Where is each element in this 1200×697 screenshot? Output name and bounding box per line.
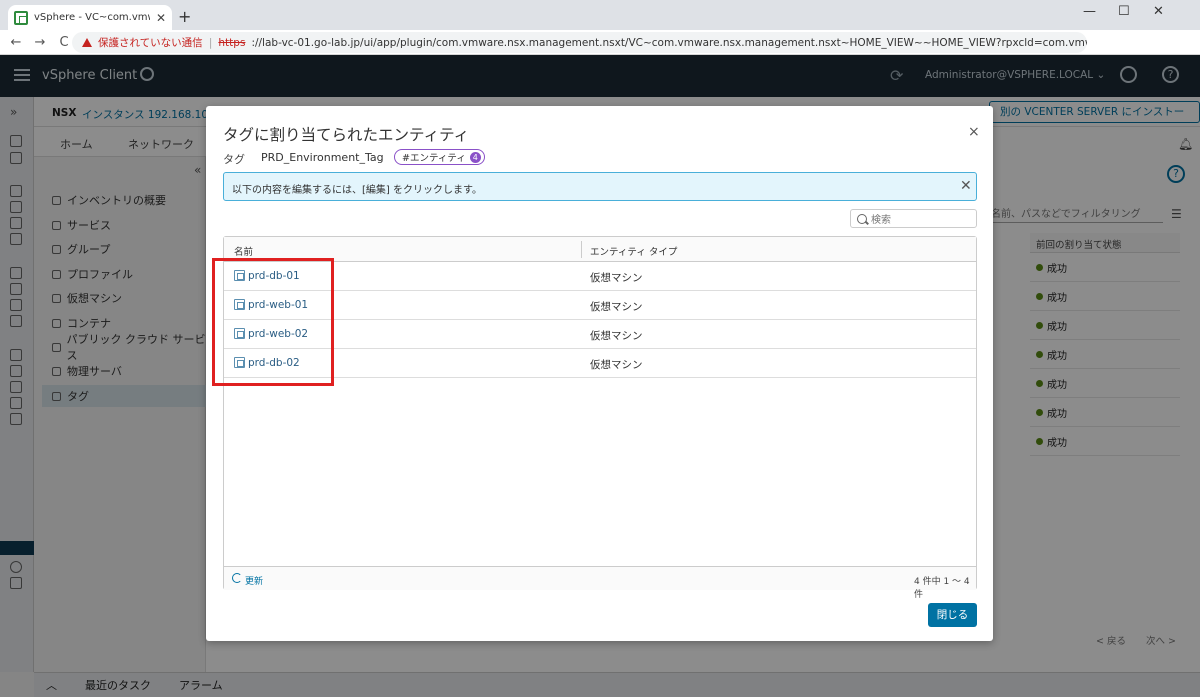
table-footer: 更新 4 件中 1 ～ 4 件: [224, 566, 976, 600]
entity-badge-count: 4: [469, 151, 481, 163]
security-warning[interactable]: 保護されていない通信: [98, 35, 203, 50]
new-tab-button[interactable]: +: [178, 7, 191, 26]
table-header: 名前 エンティティ タイプ: [224, 237, 976, 262]
entities-table: 名前 エンティティ タイプ prd-db-01 仮想マシン prd-web-01 仮想…: [223, 236, 977, 600]
tab-title: vSphere - VC~com.vmware.nsx.m: [34, 12, 150, 23]
window-close-button[interactable]: ✕: [1153, 4, 1164, 19]
url-scheme: https: [218, 36, 246, 49]
table-row[interactable]: prd-web-02 仮想マシン: [224, 320, 976, 349]
vsphere-favicon-icon: [14, 10, 28, 25]
tag-label: タグ: [223, 153, 245, 166]
minimize-button[interactable]: —: [1083, 4, 1096, 19]
search-placeholder: 検索: [871, 215, 891, 226]
warning-icon: [82, 38, 92, 47]
table-row[interactable]: prd-db-02 仮想マシン: [224, 349, 976, 378]
column-divider[interactable]: [581, 241, 582, 258]
browser-tabstrip: vSphere - VC~com.vmware.nsx.m ✕ + — ☐ ✕: [0, 0, 1200, 30]
url-text: ://lab-vc-01.go-lab.jp/ui/app/plugin/com…: [251, 36, 1087, 49]
maximize-button[interactable]: ☐: [1118, 4, 1130, 19]
column-header-entity-type[interactable]: エンティティ タイプ: [590, 244, 677, 258]
browser-tab[interactable]: vSphere - VC~com.vmware.nsx.m ✕: [8, 5, 172, 30]
row-count: 4 件中 1 ～ 4 件: [914, 577, 970, 600]
search-icon: [857, 213, 867, 224]
info-alert: 以下の内容を編集するには、[編集] をクリックします。 ✕: [223, 172, 977, 201]
search-input[interactable]: 検索: [850, 209, 977, 228]
refresh-link[interactable]: 更新: [245, 574, 263, 587]
entity-type: 仮想マシン: [590, 330, 643, 342]
highlight-annotation-box: [212, 258, 334, 386]
close-dialog-button[interactable]: 閉じる: [928, 603, 977, 627]
info-alert-text: 以下の内容を編集するには、[編集] をクリックします。: [232, 185, 482, 196]
tag-value: PRD_Environment_Tag: [261, 151, 384, 164]
refresh-icon[interactable]: [232, 573, 242, 583]
table-row[interactable]: prd-web-01 仮想マシン: [224, 291, 976, 320]
back-button[interactable]: ←: [4, 35, 28, 50]
table-row[interactable]: prd-db-01 仮想マシン: [224, 262, 976, 291]
entity-type: 仮想マシン: [590, 272, 643, 284]
entity-badge-label: #エンティティ: [402, 153, 466, 164]
forward-button[interactable]: →: [28, 35, 52, 50]
tab-close-icon[interactable]: ✕: [156, 11, 166, 25]
column-header-name[interactable]: 名前: [234, 244, 253, 258]
url-input[interactable]: 保護されていない通信 | https ://lab-vc-01.go-lab.jp…: [72, 32, 1087, 53]
entity-type: 仮想マシン: [590, 301, 643, 313]
entity-badge: #エンティティ 4: [394, 149, 485, 165]
info-alert-close-icon[interactable]: ✕: [960, 178, 972, 194]
dialog-title: タグに割り当てられたエンティティ: [223, 126, 470, 144]
entity-type: 仮想マシン: [590, 359, 643, 371]
dialog-close-icon[interactable]: ×: [968, 124, 980, 140]
url-separator: |: [208, 36, 213, 49]
address-bar: ← → C 保護されていない通信 | https://lab-vc-01.go-…: [0, 30, 1200, 79]
